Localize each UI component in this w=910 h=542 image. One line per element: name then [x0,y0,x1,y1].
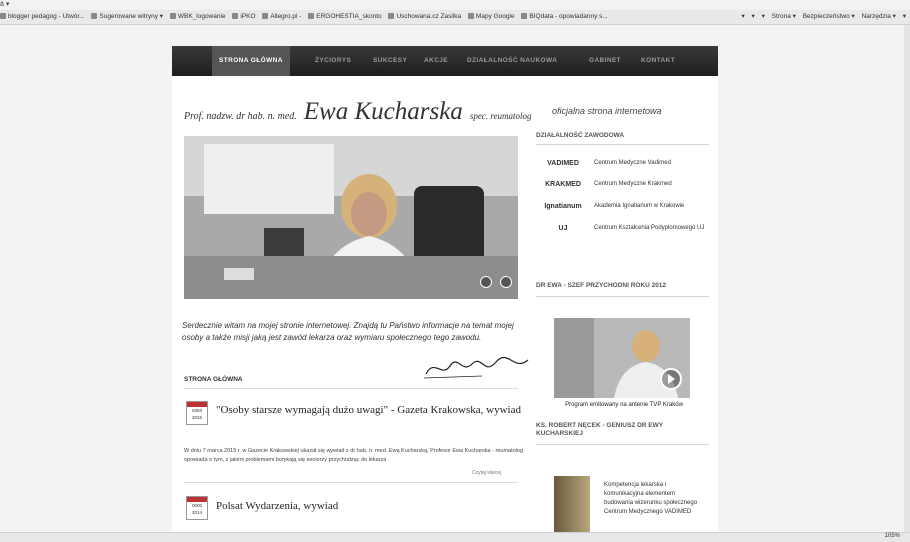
site-tagline: oficjalna strona internetowa [552,106,662,116]
doctor-name: Ewa Kucharska [303,98,463,125]
safety-menu[interactable]: Bezpieczeństwo ▾ [803,13,855,20]
divider [536,444,709,445]
partner-link[interactable]: KRAKMED Centrum Medyczne Krakmed [540,177,710,197]
command-bar: ▾ ▾ ▾ Strona ▾ Bezpieczeństwo ▾ Narzędzi… [736,10,906,24]
nav-actions[interactable]: AKCJE [417,46,455,76]
book-description: Kompetencja lekarska i komunikacyjna ele… [604,482,698,515]
right-heading: KS. ROBERT NĘCEK - GENIUSZ DR EWY KUCHAR… [536,422,664,437]
partner-link[interactable]: VADIMED Centrum Medyczne Vadimed [540,156,710,176]
favorite-link[interactable]: Mapy Google [467,10,515,24]
website: STRONA GŁÓWNA ŻYCIORYS SUKCESY AKCJE DZI… [172,46,718,536]
page-menu[interactable]: Strona ▾ [772,13,796,20]
status-bar: 105% [0,532,910,542]
video-thumbnail[interactable] [554,318,690,398]
slider-dot-icon[interactable] [479,276,492,288]
partner-name: Akademia Ignatianum w Krakowie [594,203,685,209]
favicon-icon [388,13,395,20]
signature-image [422,354,532,387]
partner-link[interactable]: UJ Centrum Kształcenia Podyplomowego UJ [540,221,710,241]
article-title-link[interactable]: Polsat Wydarzenia, wywiad [216,500,338,512]
krakmed-logo: KRAKMED [545,181,581,188]
favorite-link[interactable]: Uschowana.cz Zasilka [388,10,461,24]
specialization: spec. reumatolog [469,111,532,121]
partner-name: Centrum Medyczne Vadimed [594,160,671,166]
welcome-text: Serdecznie witam na mojej stronie intern… [182,321,514,342]
favorite-link[interactable]: Allegro.pl - [262,10,301,24]
divider [536,296,709,297]
read-more-link[interactable]: Czytaj więcej [472,470,501,476]
site-header: Prof. nadzw. dr hab. n. med. Ewa Kuchars… [184,98,531,126]
article-title-link[interactable]: "Osoby starsze wymagają dużo uwagi" - Ga… [216,404,521,416]
play-icon[interactable] [660,368,682,390]
divider [184,482,518,483]
divider [536,144,709,145]
section-title: STRONA GŁÓWNA [184,376,243,383]
feeds-button[interactable]: ▾ [752,13,755,20]
favicon-icon [262,13,269,20]
favicon-icon [91,13,98,20]
nav-science[interactable]: DZIAŁALNOŚĆ NAUKOWA [460,46,564,76]
favorite-link[interactable]: ERGOHESTIA_skonto [308,10,382,24]
browser-top-strip: ä ▾ [0,1,10,8]
favorite-link[interactable]: WBK_logowanie [169,10,226,24]
ignatianum-logo: Ignatianum [544,203,582,210]
signature-icon [423,356,529,379]
favicon-icon [232,13,239,20]
nav-contact[interactable]: KONTAKT [634,46,682,76]
title-prefix: Prof. nadzw. dr hab. n. med. [184,111,297,122]
nav-office[interactable]: GABINET [582,46,628,76]
favorites-bar: blogger pedagog - Utwór... Sugerowane wi… [0,10,910,25]
hero-photo [184,136,518,299]
tools-menu[interactable]: Narzędzia ▾ [862,13,896,20]
favorite-link[interactable]: BIQdata - opowiadanny s... [521,10,608,24]
favicon-icon [308,13,315,20]
nav-successes[interactable]: SUKCESY [366,46,414,76]
partner-name: Centrum Kształcenia Podyplomowego UJ [594,225,705,231]
nav-biography[interactable]: ŻYCIORYS [308,46,358,76]
article-excerpt: W dniu 7 marca 2015 r. w Gazecie Krakows… [184,448,524,463]
help-button[interactable]: ▾ [903,13,906,20]
favorite-link[interactable]: Sugerowane witryny ▾ [91,10,163,24]
date-calendar-icon: 0000 2014 [186,496,208,520]
right-heading: DR EWA - SZEF PRZYCHODNI ROKU 2012 [536,282,667,289]
uj-logo: UJ [558,225,568,232]
favorite-link[interactable]: blogger pedagog - Utwór... [0,10,85,24]
home-button[interactable]: ▾ [741,13,744,20]
slider-dot-icon[interactable] [500,276,512,288]
right-heading: DZIAŁALNOŚĆ ZAWODOWA [536,132,625,139]
date-calendar-icon: 0303 2015 [186,401,208,425]
vertical-scrollbar[interactable] [904,25,910,533]
favicon-icon [169,13,176,20]
partner-name: Centrum Medyczne Krakmed [594,181,672,187]
partner-link[interactable]: Ignatianum Akademia Ignatianum w Krakowi… [540,199,710,219]
zoom-level[interactable]: 105% [885,533,900,539]
print-button[interactable]: ▾ [762,13,765,20]
book-cover-image[interactable] [554,476,590,536]
main-nav: STRONA GŁÓWNA ŻYCIORYS SUKCESY AKCJE DZI… [172,46,718,76]
video-caption: Program emitowany na antenie TVP Kraków [565,402,683,408]
nav-home[interactable]: STRONA GŁÓWNA [212,46,290,76]
favicon-icon [521,13,528,20]
divider [184,388,518,389]
favicon-icon [0,13,6,20]
favorite-link[interactable]: iPKO [232,10,256,24]
vadimed-logo: VADIMED [547,160,579,167]
slider-dots [476,275,512,293]
favicon-icon [467,13,474,20]
